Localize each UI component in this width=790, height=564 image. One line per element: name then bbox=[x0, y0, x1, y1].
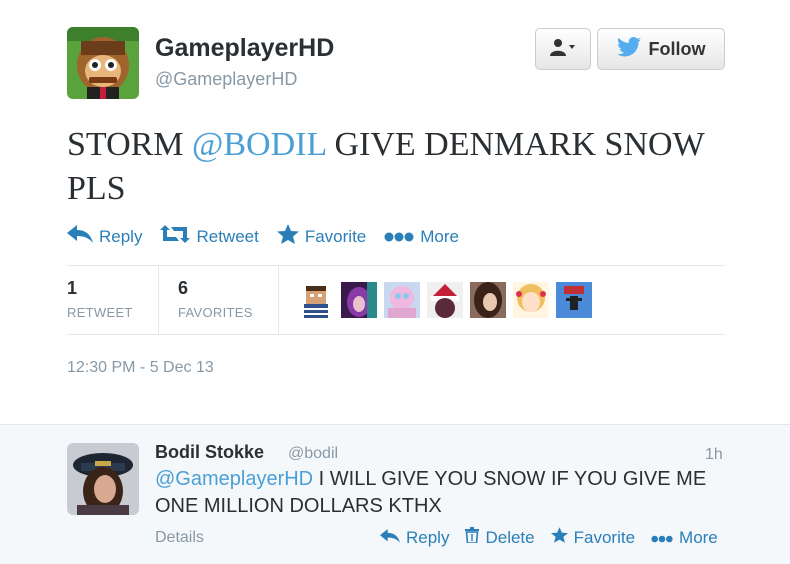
follow-button[interactable]: Follow bbox=[597, 28, 725, 70]
reply-icon bbox=[380, 528, 400, 548]
tweet-text-prefix: STORM bbox=[67, 126, 193, 163]
girl-avatar[interactable] bbox=[470, 282, 506, 318]
tweet-actions: Reply Retweet Favorite More bbox=[67, 224, 459, 249]
reply-label: Reply bbox=[99, 226, 143, 246]
reply-author-handle[interactable]: @bodil bbox=[288, 445, 338, 463]
favorite-count-stat[interactable]: 6 FAVORITES bbox=[178, 278, 253, 320]
more-dots-icon bbox=[384, 227, 414, 247]
reply-mention-link[interactable]: @GameplayerHD bbox=[155, 468, 313, 490]
favorite-label: Favorite bbox=[304, 226, 367, 246]
tweet-mention-link[interactable]: @BODIL bbox=[192, 126, 326, 163]
tweet-timestamp[interactable]: 12:30 PM - 5 Dec 13 bbox=[67, 359, 214, 377]
author-handle[interactable]: @GameplayerHD bbox=[155, 69, 297, 90]
reply-favorite-button[interactable]: Favorite bbox=[550, 527, 636, 548]
retweet-label: Retweet bbox=[196, 226, 259, 246]
reply-text: @GameplayerHD I WILL GIVE YOU SNOW IF YO… bbox=[155, 466, 715, 520]
anime-girl-avatar[interactable] bbox=[513, 282, 549, 318]
author-name[interactable]: GameplayerHD bbox=[155, 34, 334, 63]
stats-separator bbox=[278, 266, 279, 334]
more-button[interactable]: More bbox=[384, 224, 459, 249]
favorite-button[interactable]: Favorite bbox=[276, 224, 367, 249]
twitter-bird-icon bbox=[616, 36, 641, 62]
purple-hair-avatar[interactable] bbox=[341, 282, 377, 318]
retweet-count: 1 bbox=[67, 278, 78, 298]
favorite-count-label: FAVORITES bbox=[178, 305, 253, 320]
pastel-avatar[interactable] bbox=[384, 282, 420, 318]
reply-reply-button[interactable]: Reply bbox=[380, 527, 449, 548]
reply-delete-button[interactable]: Delete bbox=[465, 527, 535, 548]
favoriter-avatars bbox=[298, 282, 592, 318]
stats-separator bbox=[158, 266, 159, 334]
minecraft-avatar[interactable] bbox=[298, 282, 334, 318]
user-icon bbox=[550, 38, 576, 61]
tweet-text: STORM @BODIL GIVE DENMARK SNOW PLS bbox=[67, 123, 747, 211]
retweet-count-label: RETWEET bbox=[67, 305, 133, 320]
trash-icon bbox=[465, 527, 480, 548]
more-label: More bbox=[420, 226, 459, 246]
blue-avatar[interactable] bbox=[556, 282, 592, 318]
reply-more-label: More bbox=[679, 527, 718, 547]
reply-icon bbox=[67, 225, 93, 248]
reply-author-name[interactable]: Bodil Stokke bbox=[155, 442, 264, 463]
santa-hat-avatar[interactable] bbox=[427, 282, 463, 318]
favorite-count: 6 bbox=[178, 278, 189, 298]
retweet-icon bbox=[160, 225, 191, 248]
reply-favorite-label: Favorite bbox=[573, 527, 636, 547]
reply-delete-label: Delete bbox=[485, 527, 535, 547]
reply-author-avatar[interactable] bbox=[67, 443, 139, 515]
author-avatar[interactable] bbox=[67, 27, 139, 99]
reply-details-link[interactable]: Details bbox=[155, 529, 204, 547]
reply-reply-label: Reply bbox=[406, 527, 450, 547]
retweet-button[interactable]: Retweet bbox=[160, 224, 259, 249]
stats-top-divider bbox=[67, 265, 725, 266]
reply-more-button[interactable]: More bbox=[651, 527, 718, 548]
retweet-count-stat[interactable]: 1 RETWEET bbox=[67, 278, 133, 320]
reply-button[interactable]: Reply bbox=[67, 224, 142, 249]
star-icon bbox=[550, 527, 568, 548]
user-actions-button[interactable] bbox=[535, 28, 591, 70]
more-dots-icon bbox=[651, 528, 673, 548]
follow-label: Follow bbox=[648, 38, 706, 59]
reply-time[interactable]: 1h bbox=[705, 446, 723, 464]
reply-actions: Reply Delete Favorite More bbox=[380, 527, 718, 548]
stats-bottom-divider bbox=[67, 334, 725, 335]
star-icon bbox=[276, 224, 299, 249]
